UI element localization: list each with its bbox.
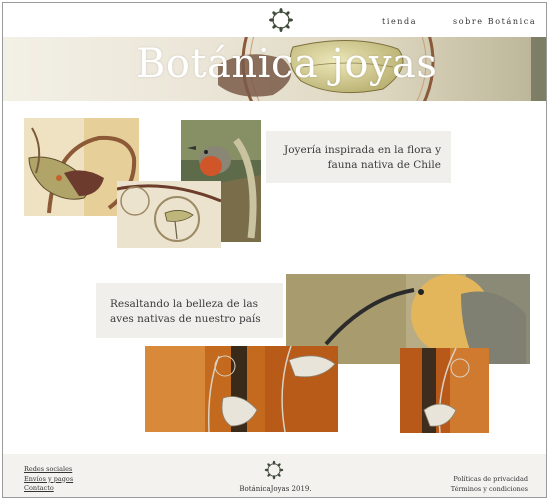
footer-link-terminos[interactable]: Términos y condiciones (451, 485, 528, 495)
footer-link-envios[interactable]: Envíos y pagos (24, 475, 73, 485)
footer-link-privacidad[interactable]: Políticas de privacidad (451, 475, 528, 485)
site-footer: Redes sociales Envíos y pagos Contacto B… (3, 454, 546, 497)
wreath-logo-icon[interactable] (268, 7, 294, 33)
nav-tienda-link[interactable]: tienda (382, 17, 417, 26)
silver-bird-pendant-image (400, 348, 489, 433)
aves-text-card: Resaltando la belleza de las aves nativa… (96, 283, 283, 338)
wreath-logo-icon (264, 460, 284, 480)
footer-link-redes[interactable]: Redes sociales (24, 465, 73, 475)
flora-text-card: Joyería inspirada en la flora y fauna na… (266, 131, 451, 183)
silver-bird-necklace-image (145, 346, 338, 432)
aves-text: Resaltando la belleza de las aves nativa… (110, 298, 261, 325)
hero-banner: Botánica joyas (3, 37, 546, 101)
site-header: tienda sobre Botánica (3, 3, 546, 37)
flora-text: Joyería inspirada en la flora y fauna na… (284, 144, 441, 171)
page-frame: tienda sobre Botánica Botánica joyas Joy… (2, 2, 547, 498)
footer-legal: Políticas de privacidad Términos y condi… (451, 475, 528, 494)
nav-sobre-link[interactable]: sobre Botánica (453, 17, 536, 26)
hero-title: Botánica joyas (136, 41, 438, 87)
hummingbird-earring-image (117, 181, 221, 248)
